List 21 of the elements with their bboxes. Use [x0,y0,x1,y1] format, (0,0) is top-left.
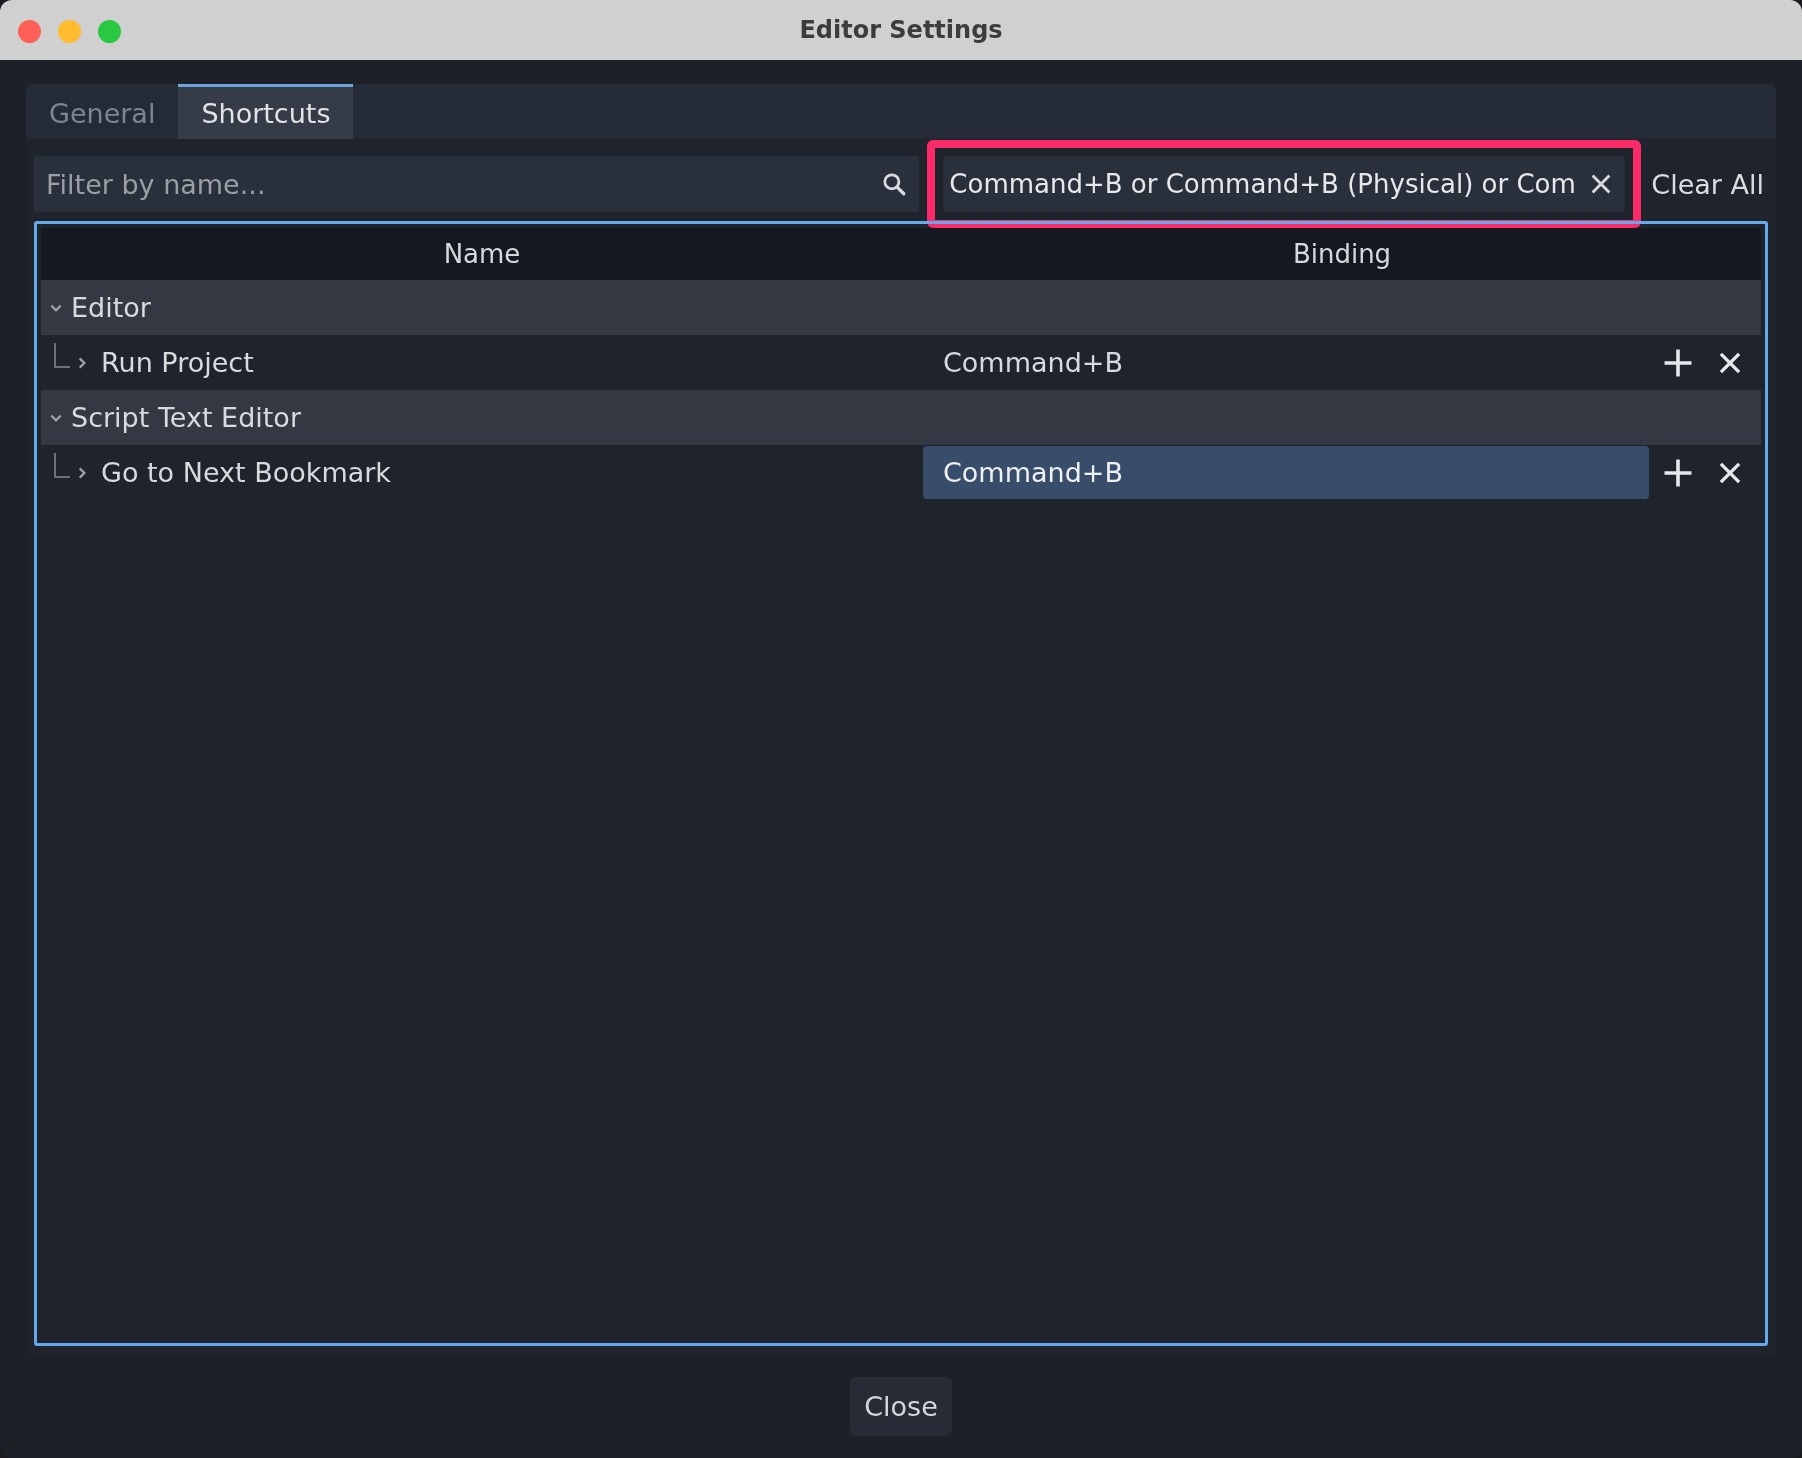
tree-connector-line [53,342,71,369]
column-header: Binding [1291,238,1393,271]
tree-group-label[interactable]: Editor [71,292,151,323]
tab[interactable]: Shortcuts [178,84,354,139]
shortcut-name[interactable]: Go to Next Bookmark [101,457,391,488]
add-icon[interactable] [1663,457,1693,488]
binding-cell[interactable]: Command+B [923,336,1649,389]
shortcut-name[interactable]: Run Project [101,347,254,378]
filter-field[interactable]: Filter by name... [34,156,920,212]
tree-group-label[interactable]: Script Text Editor [71,402,301,433]
add-icon[interactable] [1663,347,1693,378]
close-button[interactable]: Close [850,1376,952,1436]
search-icon [881,171,908,197]
tree-connector-line [53,452,71,479]
window-title: Editor Settings [799,16,1003,44]
binding-cell[interactable]: Command+B [923,446,1649,499]
binding-filter-field[interactable]: Command+B or Command+B (Physical) or Com [943,156,1626,212]
tab[interactable]: General [26,84,179,139]
binding-filter-value: Command+B or Command+B (Physical) or Com [949,169,1576,199]
clear-all-button[interactable]: Clear All [1647,168,1768,200]
column-header: Name [442,238,522,271]
